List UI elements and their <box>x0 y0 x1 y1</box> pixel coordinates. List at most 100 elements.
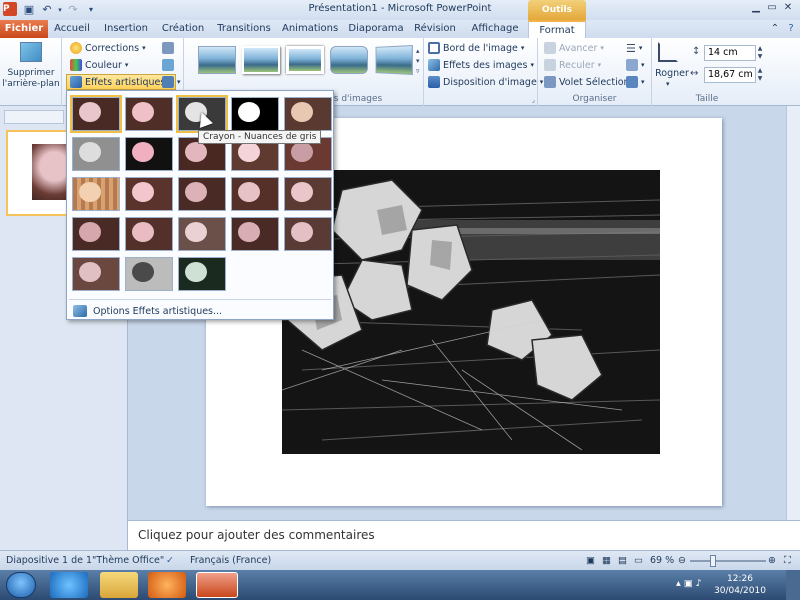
effect-cutout[interactable] <box>178 177 226 211</box>
tray-icons[interactable]: ▴ ▣ ♪ <box>676 578 702 589</box>
chevron-down-icon: ▾ <box>124 61 129 69</box>
zoom-in-icon[interactable]: ⊕ <box>768 555 776 566</box>
corrections-button[interactable]: Corrections ▾ <box>70 40 146 56</box>
tab-view[interactable]: Affichage <box>468 20 522 38</box>
normal-view-icon[interactable]: ▣ <box>586 555 595 566</box>
language-indicator[interactable]: Français (France) <box>190 555 271 566</box>
tab-format[interactable]: Format <box>528 20 586 38</box>
selection-pane-button[interactable]: Volet Sélection <box>544 74 630 90</box>
show-desktop-button[interactable] <box>786 570 800 600</box>
group-objects-icon[interactable]: ▾ <box>626 57 645 73</box>
zoom-out-icon[interactable]: ⊖ <box>678 555 686 566</box>
align-icon[interactable]: ☰ ▾ <box>626 40 642 56</box>
tab-review[interactable]: Révision <box>412 20 458 38</box>
tab-slideshow[interactable]: Diaporama <box>348 20 404 38</box>
bring-forward-button[interactable]: Avancer ▾ <box>544 40 604 56</box>
start-button[interactable] <box>6 572 36 598</box>
effect-line-drawing[interactable] <box>284 97 332 131</box>
media-player-icon[interactable] <box>148 572 186 598</box>
artistic-effects-button[interactable]: Effets artistiques▾ <box>66 74 176 90</box>
help-icon[interactable]: ? <box>784 20 798 38</box>
picture-layout-button[interactable]: Disposition d'image ▾ <box>428 74 543 90</box>
vertical-scrollbar[interactable] <box>786 106 800 520</box>
picture-style-5[interactable] <box>375 45 413 75</box>
gallery-scroll-icon[interactable]: ▴ ▾ ▿ <box>416 46 424 76</box>
tab-file[interactable]: Fichier <box>0 20 48 38</box>
tab-transitions[interactable]: Transitions <box>216 20 272 38</box>
compress-pictures-icon[interactable] <box>162 40 174 56</box>
picture-border-button[interactable]: Bord de l'image ▾ <box>428 40 524 56</box>
file-explorer-icon[interactable] <box>100 572 138 598</box>
rotate-icon[interactable]: ▾ <box>626 74 645 90</box>
corrections-label: Corrections <box>85 42 140 54</box>
slide-counter: Diapositive 1 de 1 <box>6 555 93 566</box>
send-backward-label: Reculer <box>559 59 595 71</box>
tab-animations[interactable]: Animations <box>282 20 338 38</box>
powerpoint-taskbar-icon[interactable] <box>196 572 238 598</box>
title-bar: P ▣ ↶ ▾ ↷ ▾ Présentation1 - Microsoft Po… <box>0 0 800 35</box>
tab-insert[interactable]: Insertion <box>102 20 150 38</box>
effect-marker[interactable] <box>125 97 173 131</box>
slideshow-view-icon[interactable]: ▭ <box>634 555 643 566</box>
crop-icon[interactable] <box>658 42 678 62</box>
picture-style-4[interactable] <box>330 46 368 74</box>
zoom-slider[interactable] <box>690 560 766 562</box>
height-spinner[interactable]: ▲ ▼ <box>756 45 764 61</box>
effect-texturizer[interactable] <box>178 217 226 251</box>
effect-cement[interactable] <box>125 217 173 251</box>
close-icon[interactable]: ✕ <box>782 2 794 16</box>
dialog-launcher-icon[interactable]: ⌟ <box>532 96 535 104</box>
slide-sorter-icon[interactable]: ▦ <box>602 555 611 566</box>
effect-mosaic-bubbles[interactable] <box>284 177 332 211</box>
theme-name[interactable]: "Thème Office" <box>92 555 164 566</box>
zoom-slider-thumb[interactable] <box>710 555 716 567</box>
reset-picture-icon[interactable]: ▾ <box>162 74 181 90</box>
width-field[interactable]: 18,67 cm <box>704 67 756 83</box>
picture-border-icon <box>428 42 440 54</box>
picture-style-2[interactable] <box>242 46 280 74</box>
ribbon-tabs: Fichier Accueil Insertion Création Trans… <box>0 20 800 38</box>
effect-paint-strokes[interactable] <box>125 137 173 171</box>
internet-explorer-icon[interactable] <box>50 572 88 598</box>
ribbon-minimize-icon[interactable]: ⌃ <box>768 20 782 38</box>
effect-photocopy[interactable] <box>125 257 173 291</box>
picture-effects-button[interactable]: Effets des images ▾ <box>428 57 534 73</box>
reading-view-icon[interactable]: ▤ <box>618 555 627 566</box>
crop-button[interactable]: Rogner <box>654 68 690 79</box>
change-picture-icon[interactable] <box>162 57 174 73</box>
height-field[interactable]: 14 cm <box>704 45 756 61</box>
minimize-icon[interactable]: ▁ <box>750 2 762 16</box>
maximize-icon[interactable]: ▭ <box>766 2 778 16</box>
effect-pastels-smooth[interactable] <box>284 217 332 251</box>
group-arrange: Avancer ▾ Reculer ▾ Volet Sélection ☰ ▾ ▾ ▾… <box>538 38 652 106</box>
effect-light-screen[interactable] <box>72 177 120 211</box>
pencil-sketch-picture[interactable] <box>282 170 660 454</box>
remove-background-button[interactable]: Supprimer l'arrière-plan <box>2 68 60 90</box>
color-button[interactable]: Couleur ▾ <box>70 57 128 73</box>
fit-to-window-icon[interactable]: ⛶ <box>784 555 791 566</box>
picture-style-3[interactable] <box>286 46 324 74</box>
notes-pane[interactable]: Cliquez pour ajouter des commentaires <box>128 520 800 550</box>
color-icon <box>70 59 82 71</box>
spellcheck-icon[interactable]: ✓ <box>166 555 174 566</box>
width-spinner[interactable]: ▲ ▼ <box>756 67 764 83</box>
effect-chalk-sketch[interactable] <box>72 137 120 171</box>
tab-home[interactable]: Accueil <box>52 20 92 38</box>
tab-slides[interactable] <box>4 110 64 124</box>
effect-glow-edges[interactable] <box>178 257 226 291</box>
effect-crisscross-etching[interactable] <box>231 217 279 251</box>
effect-glass[interactable] <box>72 217 120 251</box>
zoom-level[interactable]: 69 % <box>650 555 674 566</box>
picture-style-1[interactable] <box>198 46 236 74</box>
effect-plastic-wrap[interactable] <box>72 257 120 291</box>
effect-watercolor[interactable] <box>125 177 173 211</box>
artistic-options-label: Options Effets artistiques... <box>93 305 223 317</box>
effect-pencil-sketch[interactable] <box>231 97 279 131</box>
tab-design[interactable]: Création <box>160 20 206 38</box>
effect-film-grain[interactable] <box>231 177 279 211</box>
send-backward-button[interactable]: Reculer ▾ <box>544 57 601 73</box>
artistic-effects-options-item[interactable]: Options Effets artistiques... <box>73 303 222 319</box>
clock[interactable]: 12:26 30/04/2010 <box>710 573 770 597</box>
effect-none[interactable] <box>70 95 122 133</box>
sketch-artwork <box>282 170 660 454</box>
